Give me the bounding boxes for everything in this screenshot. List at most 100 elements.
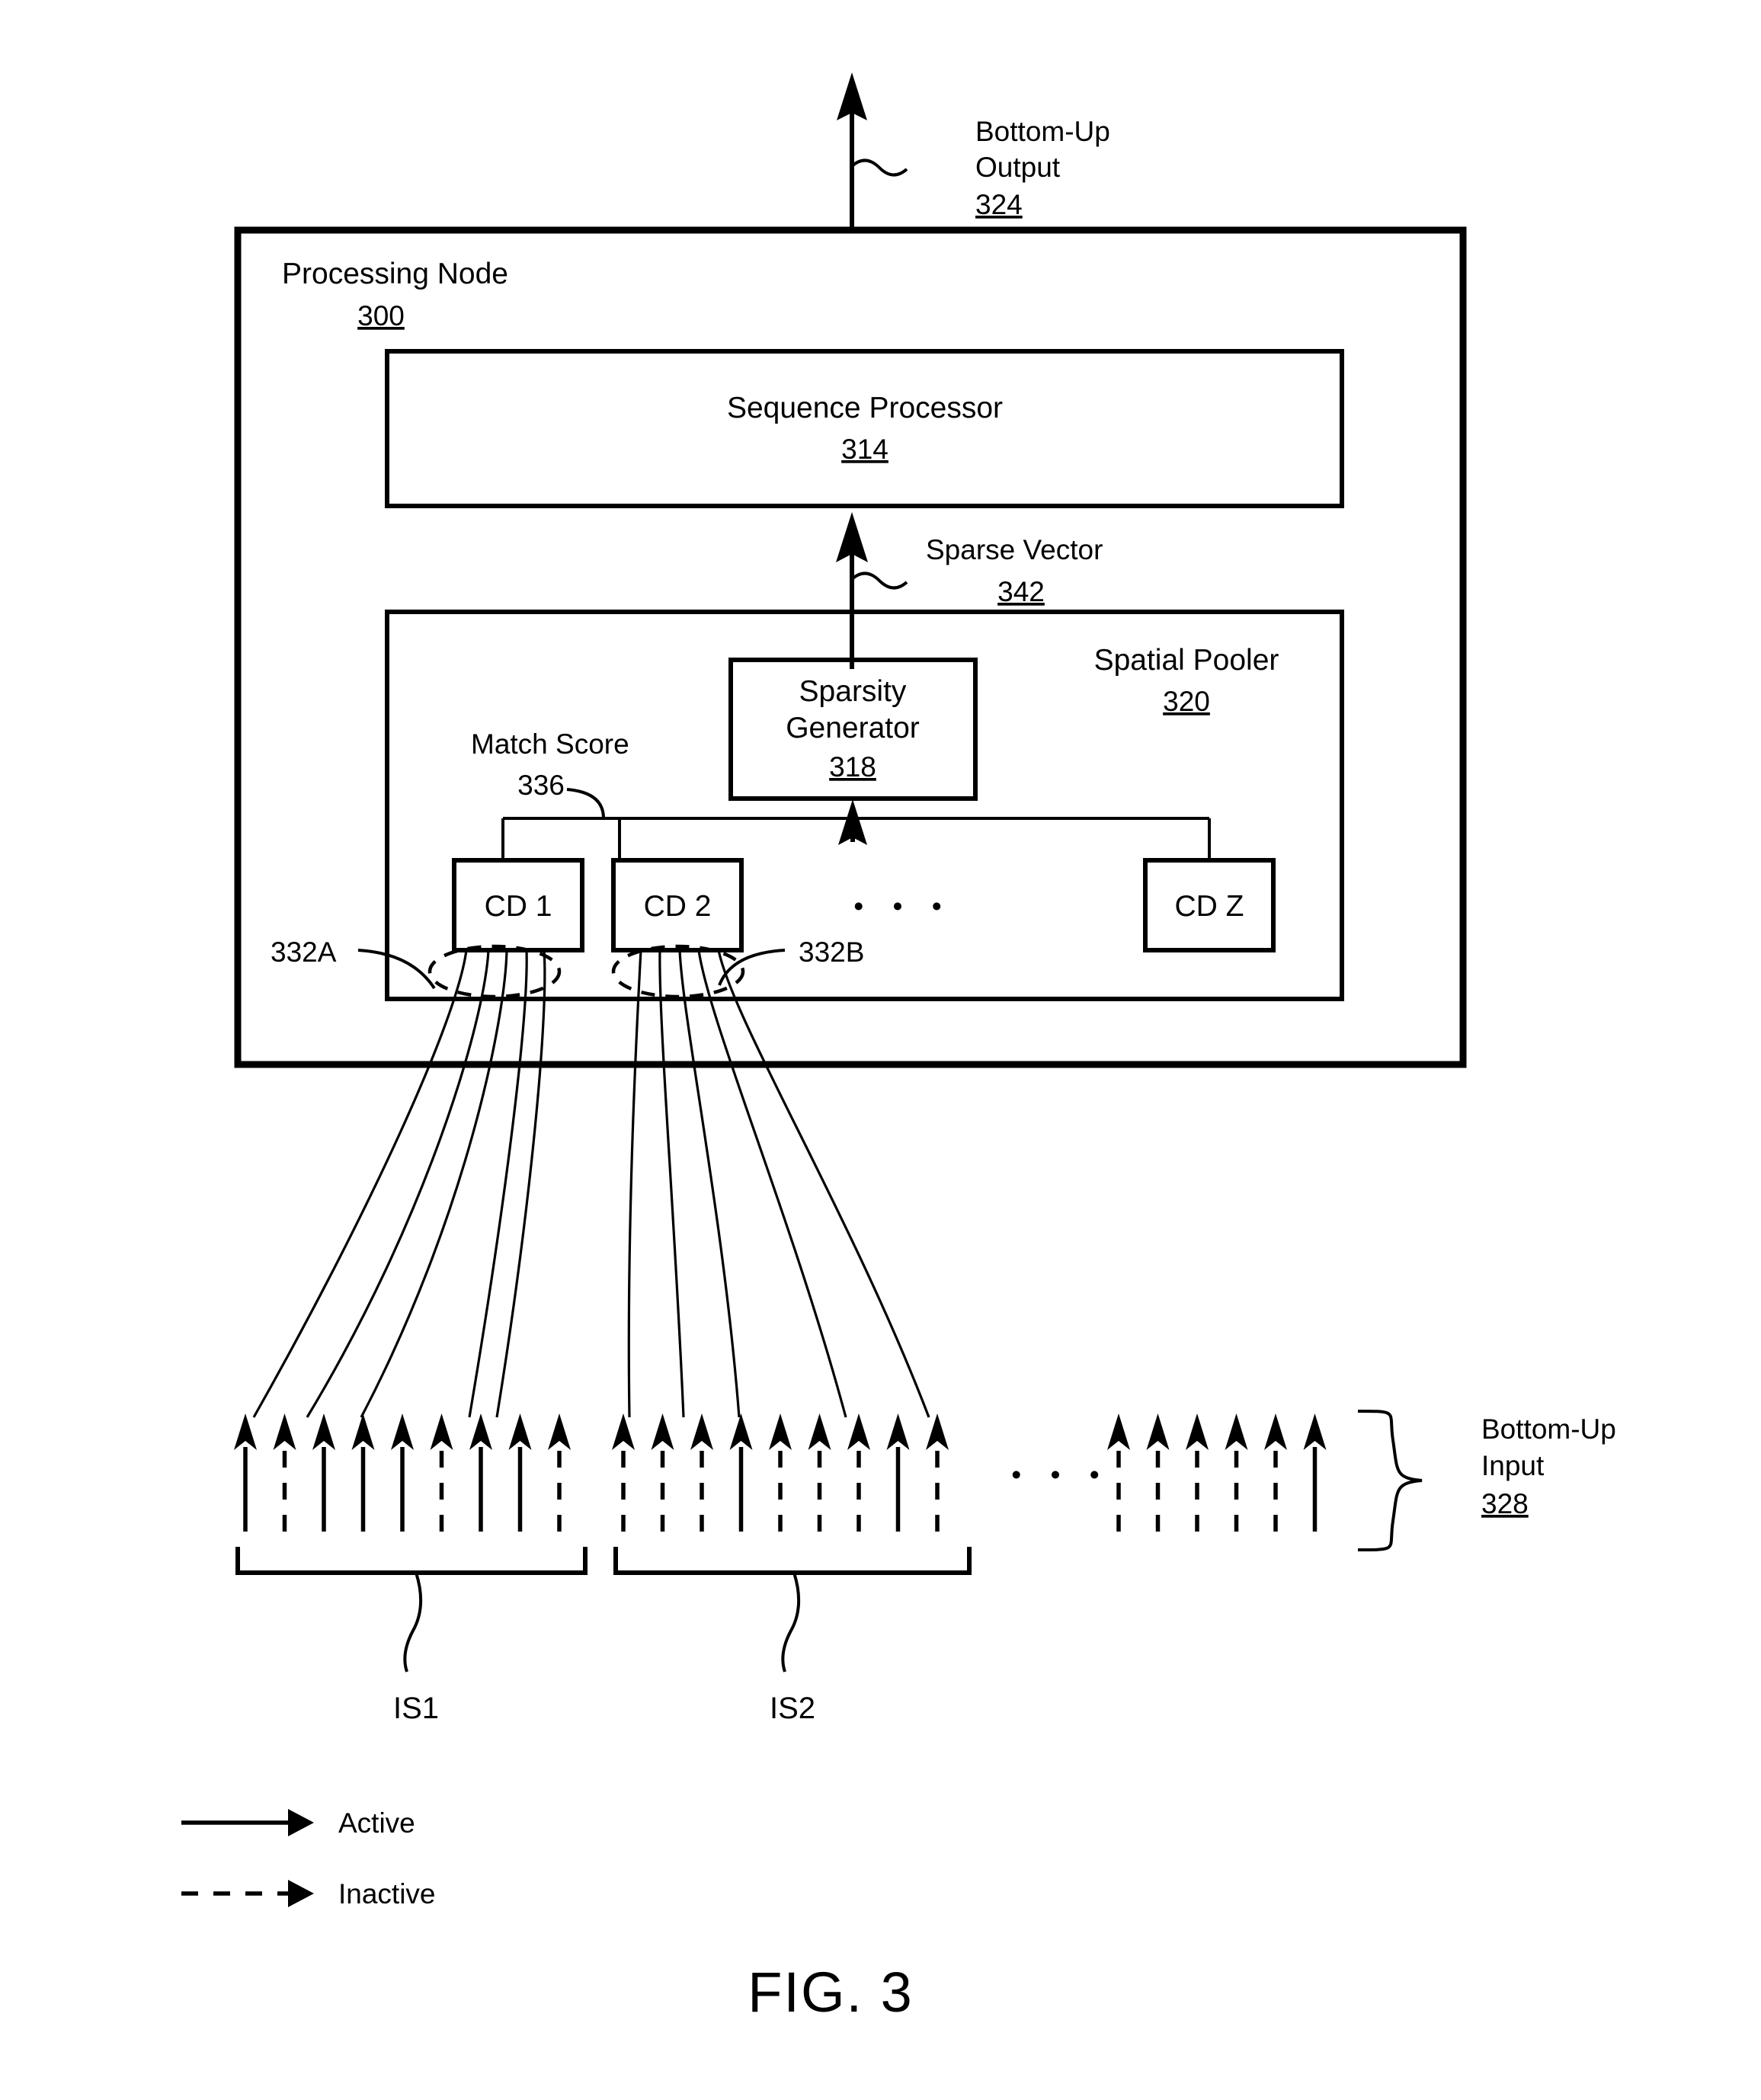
arrowhead-icon bbox=[273, 1413, 296, 1450]
input-arrow-is2-3 bbox=[690, 1413, 713, 1532]
sequence-processor-ref: 314 bbox=[841, 434, 889, 465]
legend-row-active: Active bbox=[181, 1807, 415, 1839]
spatial-pooler-title: Spatial Pooler bbox=[1094, 644, 1279, 677]
input-arrow-is1-5 bbox=[391, 1413, 414, 1532]
sequence-processor-box bbox=[385, 349, 1344, 508]
sparsity-generator-title-line2: Generator bbox=[786, 712, 920, 744]
match-score-to-sparsity-arrow bbox=[838, 799, 867, 845]
input-arrow-is2-9 bbox=[926, 1413, 949, 1532]
cd-box-2-label: CD 2 bbox=[644, 890, 712, 923]
input-arrow-tail-6 bbox=[1303, 1413, 1327, 1532]
cd-box-1-label: CD 1 bbox=[485, 890, 552, 923]
figure-caption: FIG. 3 bbox=[748, 1961, 914, 2024]
arrowhead-icon bbox=[1146, 1413, 1170, 1450]
leader-curve-336 bbox=[566, 788, 605, 819]
bottom-up-input-ref: 328 bbox=[1481, 1488, 1529, 1519]
bottom-up-output-label-line2: Output bbox=[975, 152, 1061, 183]
bottom-up-input-brace bbox=[1357, 1410, 1423, 1551]
arrowhead-icon bbox=[1107, 1413, 1130, 1450]
spatial-pooler-ref: 320 bbox=[1163, 686, 1210, 717]
processing-node-ref: 300 bbox=[357, 300, 405, 331]
arrowhead-icon bbox=[847, 1413, 870, 1450]
arrowhead-icon bbox=[769, 1413, 792, 1450]
arrowhead-icon bbox=[886, 1413, 910, 1450]
bottom-up-input-label-line1: Bottom-Up bbox=[1481, 1413, 1616, 1445]
arrowhead-icon bbox=[1264, 1413, 1287, 1450]
bottom-up-input-label-line2: Input bbox=[1481, 1450, 1545, 1481]
arrowhead-icon bbox=[508, 1413, 532, 1450]
input-arrow-is2-4 bbox=[729, 1413, 753, 1532]
arrowhead-icon bbox=[391, 1413, 414, 1450]
is1-label: IS1 bbox=[393, 1692, 439, 1725]
match-score-ref: 336 bbox=[517, 770, 565, 801]
sequence-processor-title: Sequence Processor bbox=[727, 392, 1003, 424]
cd-box-z-label: CD Z bbox=[1175, 890, 1244, 923]
input-arrow-is1-4 bbox=[351, 1413, 375, 1532]
arrowhead-icon bbox=[690, 1413, 713, 1450]
dendrite-ellipse-332a bbox=[427, 944, 562, 999]
arrowhead-icon bbox=[312, 1413, 335, 1450]
sparse-vector-ref: 342 bbox=[997, 576, 1045, 607]
input-arrow-tail-4 bbox=[1225, 1413, 1248, 1532]
input-arrow-is1-9 bbox=[548, 1413, 571, 1532]
arrowhead-icon bbox=[351, 1413, 375, 1450]
arrowhead-icon bbox=[1303, 1413, 1327, 1450]
input-arrow-tail-1 bbox=[1107, 1413, 1130, 1532]
leader-squiggle-324 bbox=[850, 158, 908, 177]
input-arrow-is2-2 bbox=[651, 1413, 674, 1532]
input-arrow-is1-1 bbox=[234, 1413, 257, 1532]
input-arrow-is1-2 bbox=[273, 1413, 296, 1532]
dendrite-ref-332b: 332B bbox=[799, 936, 864, 968]
input-arrow-is1-8 bbox=[508, 1413, 532, 1532]
diagram-canvas: Bottom-Up Output 324 Processing Node 300… bbox=[181, 72, 1616, 2024]
is2-bracket bbox=[613, 1547, 972, 1673]
cd-row-ellipsis: • • • bbox=[853, 891, 952, 922]
input-arrow-is2-6 bbox=[808, 1413, 831, 1532]
legend-inactive-arrowhead bbox=[288, 1880, 314, 1907]
input-arrow-is1-7 bbox=[469, 1413, 492, 1532]
input-arrow-tail-3 bbox=[1186, 1413, 1209, 1532]
input-arrow-is2-5 bbox=[769, 1413, 792, 1532]
processing-node-title: Processing Node bbox=[282, 258, 508, 290]
dendrite-ref-332a: 332A bbox=[271, 936, 337, 968]
sparsity-generator-ref: 318 bbox=[829, 751, 876, 783]
input-arrow-is2-8 bbox=[886, 1413, 910, 1532]
input-row-ellipsis: • • • bbox=[1011, 1459, 1109, 1490]
leader-squiggle-342 bbox=[850, 571, 908, 590]
patent-figure-3: Bottom-Up Output 324 Processing Node 300… bbox=[0, 0, 1761, 2100]
legend-active-label: Active bbox=[338, 1807, 415, 1839]
arrowhead-icon bbox=[234, 1413, 257, 1450]
bottom-up-output-label-line1: Bottom-Up bbox=[975, 116, 1110, 147]
input-arrow-is1-3 bbox=[312, 1413, 335, 1532]
is1-bracket bbox=[235, 1547, 588, 1673]
legend-inactive-label: Inactive bbox=[338, 1878, 436, 1910]
input-arrow-is1-6 bbox=[430, 1413, 453, 1532]
sparse-vector-label: Sparse Vector bbox=[926, 534, 1103, 565]
synapse-lines-cd1 bbox=[252, 949, 546, 1418]
arrowhead-icon bbox=[651, 1413, 674, 1450]
arrowhead-icon bbox=[548, 1413, 571, 1450]
input-arrow-tail-5 bbox=[1264, 1413, 1287, 1532]
sparse-vector-arrow bbox=[836, 512, 868, 669]
arrowhead-icon bbox=[729, 1413, 753, 1450]
bottom-up-output-arrow bbox=[837, 72, 867, 230]
sparsity-generator-title-line1: Sparsity bbox=[799, 675, 907, 708]
arrowhead-icon bbox=[1186, 1413, 1209, 1450]
arrowhead-icon bbox=[612, 1413, 635, 1450]
input-arrow-is2-7 bbox=[847, 1413, 870, 1532]
match-score-label: Match Score bbox=[471, 728, 629, 760]
input-arrow-is2-1 bbox=[612, 1413, 635, 1532]
legend-row-inactive: Inactive bbox=[181, 1878, 436, 1910]
leader-curve-332a bbox=[357, 949, 436, 990]
input-arrow-tail-2 bbox=[1146, 1413, 1170, 1532]
arrowhead-icon bbox=[469, 1413, 492, 1450]
arrowhead-icon bbox=[430, 1413, 453, 1450]
bottom-up-input-arrow-row bbox=[234, 1413, 1327, 1532]
is2-label: IS2 bbox=[770, 1692, 815, 1725]
synapse-lines-cd2 bbox=[627, 949, 930, 1418]
arrowhead-icon bbox=[926, 1413, 949, 1450]
legend-active-arrowhead bbox=[288, 1809, 314, 1836]
arrowhead-icon bbox=[1225, 1413, 1248, 1450]
arrowhead-icon bbox=[808, 1413, 831, 1450]
bottom-up-output-ref: 324 bbox=[975, 189, 1023, 220]
